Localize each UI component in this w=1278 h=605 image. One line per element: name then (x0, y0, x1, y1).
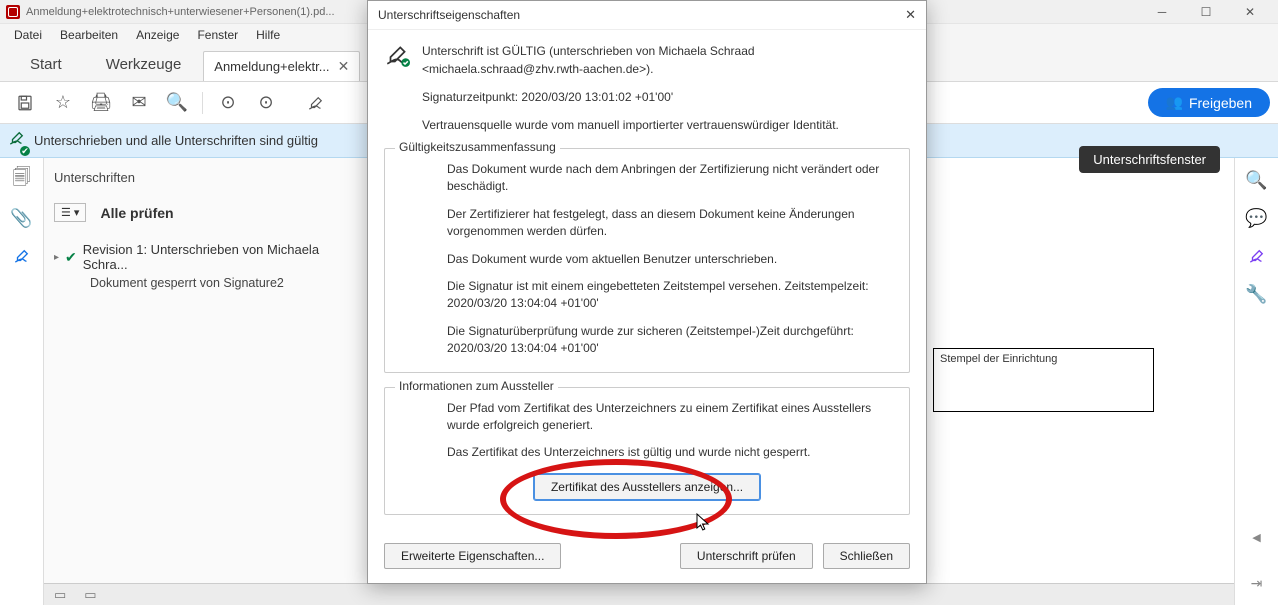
dialog-close-icon[interactable]: ✕ (905, 7, 916, 23)
validity-summary-group: Gültigkeitszusammenfassung Das Dokument … (384, 148, 910, 373)
issuer-info-group: Informationen zum Aussteller Der Pfad vo… (384, 387, 910, 515)
validity-item-1: Das Dokument wurde nach dem Anbringen de… (397, 161, 897, 196)
issuer-item-2: Das Zertifikat des Unterzeichners ist gü… (397, 444, 897, 461)
validity-item-4: Die Signatur ist mit einem eingebetteten… (397, 278, 897, 313)
show-issuer-certificate-button[interactable]: Zertifikat des Ausstellers anzeigen... (534, 474, 760, 500)
validity-item-5: Die Signaturüberprüfung wurde zur sicher… (397, 323, 897, 358)
dialog-trust-source-text: Vertrauensquelle wurde vom manuell impor… (422, 116, 910, 134)
validity-item-3: Das Dokument wurde vom aktuellen Benutze… (397, 251, 897, 268)
dialog-title-text: Unterschriftseigenschaften (378, 8, 520, 22)
dialog-sig-time-text: Signaturzeitpunkt: 2020/03/20 13:01:02 +… (422, 88, 910, 106)
issuer-info-legend: Informationen zum Aussteller (395, 379, 558, 393)
issuer-item-1: Der Pfad vom Zertifikat des Unterzeichne… (397, 400, 897, 435)
dialog-sig-valid-text: Unterschrift ist GÜLTIG (unterschrieben … (422, 42, 910, 78)
advanced-properties-button[interactable]: Erweiterte Eigenschaften... (384, 543, 561, 569)
verify-signature-button[interactable]: Unterschrift prüfen (680, 543, 813, 569)
validity-summary-legend: Gültigkeitszusammenfassung (395, 140, 560, 154)
signature-valid-large-icon (384, 42, 410, 134)
validity-item-2: Der Zertifizierer hat festgelegt, dass a… (397, 206, 897, 241)
dialog-overlay: Unterschriftseigenschaften ✕ Unterschrif… (0, 0, 1278, 605)
dialog-titlebar: Unterschriftseigenschaften ✕ (368, 1, 926, 30)
close-dialog-button[interactable]: Schließen (823, 543, 910, 569)
signature-properties-dialog: Unterschriftseigenschaften ✕ Unterschrif… (367, 0, 927, 584)
